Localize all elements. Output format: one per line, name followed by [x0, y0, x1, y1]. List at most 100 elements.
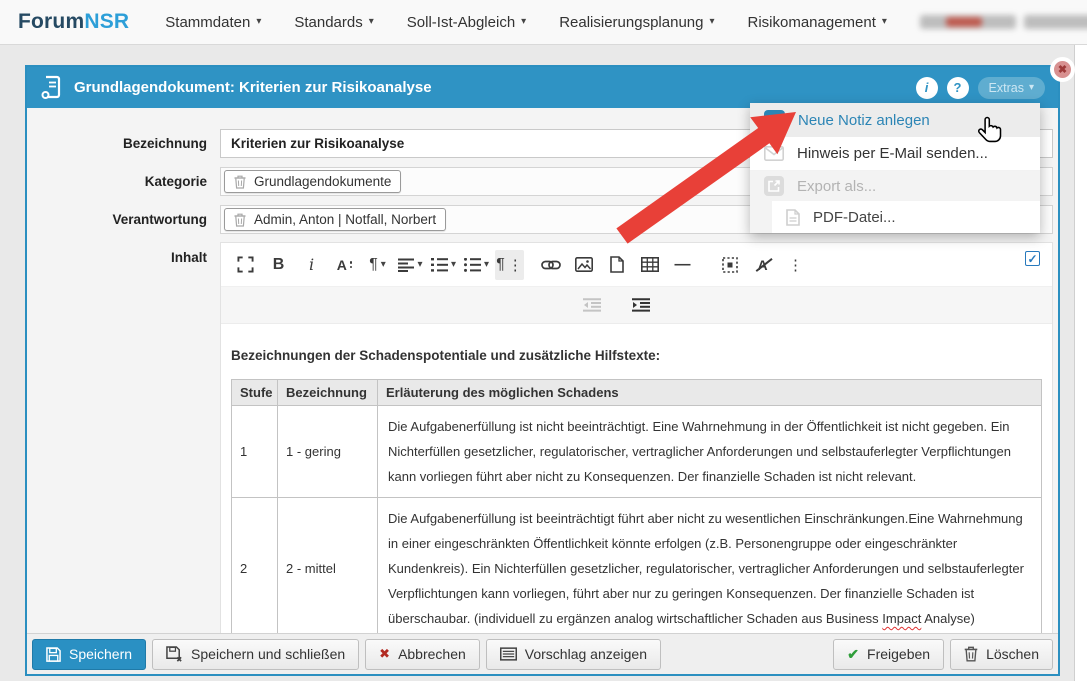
ordered-list-icon — [431, 258, 448, 272]
save-button[interactable]: Speichern — [32, 639, 146, 670]
nav-item-stammdaten[interactable]: Stammdaten ▾ — [165, 14, 261, 31]
save-button-label: Speichern — [69, 646, 132, 662]
menu-item-export-als: Export als... — [750, 171, 1040, 201]
table-button[interactable] — [635, 250, 664, 280]
unordered-list-icon — [464, 258, 481, 272]
bold-button[interactable]: B — [264, 250, 293, 280]
more-options-button[interactable]: ⋮ — [781, 250, 810, 280]
nav-item-standards[interactable]: Standards ▾ — [294, 14, 373, 31]
cell-stufe: 1 — [232, 406, 278, 498]
fullscreen-button[interactable] — [231, 250, 260, 280]
horizontal-rule-button[interactable]: — — [668, 250, 697, 280]
chevron-down-icon: ▾ — [521, 17, 526, 27]
editor-checkbox[interactable]: ✓ — [1025, 251, 1040, 266]
chevron-down-icon: ▾ — [1029, 83, 1034, 93]
field-label-verantwortung: Verantwortung — [27, 212, 207, 227]
clear-format-button[interactable]: A — [748, 250, 777, 280]
user-name-redacted — [1024, 15, 1087, 29]
align-left-icon — [398, 258, 414, 272]
help-button[interactable]: ? — [947, 77, 969, 99]
rich-text-editor: B i A ¶ ▾ ▾ — [220, 242, 1053, 635]
document-scroll-icon — [40, 75, 62, 100]
trash-icon[interactable] — [234, 213, 246, 227]
extras-dropdown-menu: Neue Notiz anlegen Hinweis per E-Mail se… — [750, 103, 1040, 233]
field-label-bezeichnung: Bezeichnung — [27, 136, 207, 151]
close-button[interactable]: ✖ — [1050, 57, 1075, 82]
show-suggestion-button-label: Vorschlag anzeigen — [525, 646, 647, 662]
link-button[interactable] — [536, 250, 565, 280]
font-size-button[interactable]: A — [330, 250, 359, 280]
field-label-inhalt: Inhalt — [27, 250, 207, 265]
menu-item-label: Hinweis per E-Mail senden... — [797, 145, 988, 162]
ordered-list-button[interactable]: ▾ — [429, 250, 458, 280]
trash-icon — [964, 646, 978, 662]
menu-item-hinweis-email[interactable]: Hinweis per E-Mail senden... — [750, 137, 1040, 171]
column-header-stufe: Stufe — [232, 380, 278, 406]
checkmark-icon: ✓ — [1027, 252, 1037, 266]
save-and-close-button[interactable]: Speichern und schließen — [152, 639, 359, 670]
field-label-kategorie: Kategorie — [27, 174, 207, 189]
cell-text: Analyse) — [921, 611, 974, 626]
indent-button[interactable] — [627, 290, 656, 320]
show-suggestion-button[interactable]: Vorschlag anzeigen — [486, 639, 661, 670]
kategorie-chip-label: Grundlagendokumente — [254, 174, 391, 189]
note-icon — [764, 110, 785, 131]
table-header-row: Stufe Bezeichnung Erläuterung des möglic… — [232, 380, 1042, 406]
image-button[interactable] — [569, 250, 598, 280]
dots-vertical-icon: ⋮ — [788, 256, 803, 274]
menu-item-neue-notiz[interactable]: Neue Notiz anlegen — [750, 103, 1040, 137]
outdent-button — [578, 290, 607, 320]
link-icon — [541, 259, 561, 271]
select-all-icon — [722, 257, 738, 273]
chevron-down-icon: ▾ — [417, 260, 422, 270]
extras-button[interactable]: Extras ▾ — [978, 77, 1045, 99]
release-button[interactable]: ✔ Freigeben — [833, 639, 944, 670]
editor-content[interactable]: Bezeichnungen der Schadenspotentiale und… — [221, 324, 1052, 635]
paragraph-style-button[interactable]: ¶ ⋮ — [495, 250, 524, 280]
unordered-list-button[interactable]: ▾ — [462, 250, 491, 280]
suggestion-list-icon — [500, 647, 517, 661]
file-button[interactable] — [602, 250, 631, 280]
app-logo[interactable]: ForumNSR — [18, 10, 129, 34]
menu-item-pdf-datei[interactable]: PDF-Datei... — [772, 201, 1040, 233]
paragraph-format-button[interactable]: ¶ ▾ — [363, 250, 392, 280]
column-header-bezeichnung: Bezeichnung — [278, 380, 378, 406]
chevron-down-icon: ▾ — [256, 17, 261, 27]
paragraph-icon: ¶ — [369, 256, 378, 274]
cancel-button[interactable]: ✖ Abbrechen — [365, 639, 480, 670]
cell-text: Die Aufgabenerfüllung ist beeinträchtigt… — [388, 511, 1024, 626]
menu-item-label: Export als... — [797, 178, 876, 195]
delete-button[interactable]: Löschen — [950, 639, 1053, 670]
pdf-file-icon — [786, 209, 800, 226]
user-menu[interactable]: (ADMINISTRATOR) ▾ — [920, 15, 1087, 29]
trash-icon[interactable] — [234, 175, 246, 189]
nav-item-realisierungsplanung[interactable]: Realisierungsplanung ▾ — [559, 14, 714, 31]
content-table: Stufe Bezeichnung Erläuterung des möglic… — [231, 379, 1042, 635]
font-size-dots-icon — [350, 261, 353, 268]
select-all-button[interactable] — [715, 250, 744, 280]
align-button[interactable]: ▾ — [396, 250, 425, 280]
italic-button[interactable]: i — [297, 250, 326, 280]
info-icon: i — [925, 80, 929, 95]
cell-erlaeuterung: Die Aufgabenerfüllung ist beeinträchtigt… — [378, 498, 1042, 636]
nav-item-label: Risikomanagement — [748, 14, 876, 31]
cell-bezeichnung: 2 - mittel — [278, 498, 378, 636]
app-logo-part1: Forum — [18, 10, 84, 33]
nav-item-risikomanagement[interactable]: Risikomanagement ▾ — [748, 14, 887, 31]
cancel-button-label: Abbrechen — [398, 646, 466, 662]
content-heading: Bezeichnungen der Schadenspotentiale und… — [231, 348, 1042, 363]
chevron-down-icon: ▾ — [369, 17, 374, 27]
column-header-erlaeuterung: Erläuterung des möglichen Schadens — [378, 380, 1042, 406]
top-navbar: ForumNSR Stammdaten ▾ Standards ▾ Soll-I… — [0, 0, 1087, 45]
app-logo-part2: NSR — [84, 10, 129, 33]
table-icon — [641, 257, 659, 272]
outdent-icon — [583, 298, 601, 312]
nav-item-label: Standards — [294, 14, 362, 31]
bold-icon: B — [273, 256, 285, 274]
nav-item-soll-ist-abgleich[interactable]: Soll-Ist-Abgleich ▾ — [407, 14, 526, 31]
chevron-down-icon: ▾ — [484, 260, 489, 270]
chevron-down-icon: ▾ — [381, 260, 386, 270]
info-button[interactable]: i — [916, 77, 938, 99]
envelope-icon — [764, 146, 784, 161]
chevron-down-icon: ▾ — [709, 17, 714, 27]
